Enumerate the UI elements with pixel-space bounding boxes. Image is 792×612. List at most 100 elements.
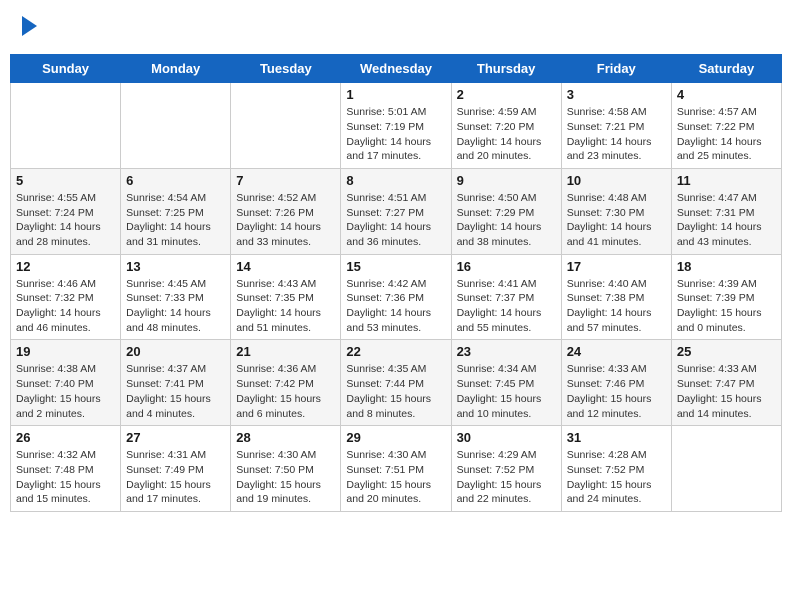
- weekday-header: Friday: [561, 55, 671, 83]
- weekday-header: Saturday: [671, 55, 781, 83]
- day-number: 21: [236, 344, 335, 359]
- day-info: Sunrise: 4:33 AM Sunset: 7:47 PM Dayligh…: [677, 362, 776, 421]
- day-number: 6: [126, 173, 225, 188]
- weekday-header: Thursday: [451, 55, 561, 83]
- calendar-cell: 5 Sunrise: 4:55 AM Sunset: 7:24 PM Daylig…: [11, 168, 121, 254]
- day-info: Sunrise: 4:35 AM Sunset: 7:44 PM Dayligh…: [346, 362, 445, 421]
- day-info: Sunrise: 4:45 AM Sunset: 7:33 PM Dayligh…: [126, 277, 225, 336]
- day-number: 7: [236, 173, 335, 188]
- day-number: 15: [346, 259, 445, 274]
- day-number: 9: [457, 173, 556, 188]
- day-info: Sunrise: 5:01 AM Sunset: 7:19 PM Dayligh…: [346, 105, 445, 164]
- calendar-cell: 27 Sunrise: 4:31 AM Sunset: 7:49 PM Dayli…: [121, 426, 231, 512]
- calendar-cell: 12Sunrise: 4:46 AM Sunset: 7:32 PM Dayli…: [11, 254, 121, 340]
- calendar-cell: 2 Sunrise: 4:59 AM Sunset: 7:20 PM Daylig…: [451, 83, 561, 169]
- calendar-cell: 8 Sunrise: 4:51 AM Sunset: 7:27 PM Daylig…: [341, 168, 451, 254]
- day-number: 8: [346, 173, 445, 188]
- logo-arrow-icon: [22, 16, 37, 36]
- weekday-header: Tuesday: [231, 55, 341, 83]
- day-number: 13: [126, 259, 225, 274]
- calendar-cell: 9 Sunrise: 4:50 AM Sunset: 7:29 PM Daylig…: [451, 168, 561, 254]
- calendar-header-row: SundayMondayTuesdayWednesdayThursdayFrid…: [11, 55, 782, 83]
- calendar-cell: 11Sunrise: 4:47 AM Sunset: 7:31 PM Dayli…: [671, 168, 781, 254]
- day-info: Sunrise: 4:43 AM Sunset: 7:35 PM Dayligh…: [236, 277, 335, 336]
- day-number: 20: [126, 344, 225, 359]
- calendar-cell: 18 Sunrise: 4:39 AM Sunset: 7:39 PM Dayli…: [671, 254, 781, 340]
- calendar-cell: 29 Sunrise: 4:30 AM Sunset: 7:51 PM Dayli…: [341, 426, 451, 512]
- day-number: 23: [457, 344, 556, 359]
- calendar-cell: 17 Sunrise: 4:40 AM Sunset: 7:38 PM Dayli…: [561, 254, 671, 340]
- calendar-cell: 21 Sunrise: 4:36 AM Sunset: 7:42 PM Dayli…: [231, 340, 341, 426]
- calendar-cell: 26 Sunrise: 4:32 AM Sunset: 7:48 PM Dayli…: [11, 426, 121, 512]
- day-number: 18: [677, 259, 776, 274]
- calendar-cell: 4 Sunrise: 4:57 AM Sunset: 7:22 PM Daylig…: [671, 83, 781, 169]
- calendar-cell: 13 Sunrise: 4:45 AM Sunset: 7:33 PM Dayli…: [121, 254, 231, 340]
- day-number: 4: [677, 87, 776, 102]
- calendar-week-row: 5 Sunrise: 4:55 AM Sunset: 7:24 PM Daylig…: [11, 168, 782, 254]
- day-info: Sunrise: 4:47 AM Sunset: 7:31 PM Dayligh…: [677, 191, 776, 250]
- day-number: 17: [567, 259, 666, 274]
- day-info: Sunrise: 4:38 AM Sunset: 7:40 PM Dayligh…: [16, 362, 115, 421]
- day-info: Sunrise: 4:51 AM Sunset: 7:27 PM Dayligh…: [346, 191, 445, 250]
- day-number: 1: [346, 87, 445, 102]
- weekday-header: Monday: [121, 55, 231, 83]
- page-header: [10, 10, 782, 44]
- day-info: Sunrise: 4:50 AM Sunset: 7:29 PM Dayligh…: [457, 191, 556, 250]
- day-number: 2: [457, 87, 556, 102]
- calendar-cell: 10 Sunrise: 4:48 AM Sunset: 7:30 PM Dayli…: [561, 168, 671, 254]
- day-info: Sunrise: 4:58 AM Sunset: 7:21 PM Dayligh…: [567, 105, 666, 164]
- calendar-cell: 14Sunrise: 4:43 AM Sunset: 7:35 PM Dayli…: [231, 254, 341, 340]
- day-number: 12: [16, 259, 115, 274]
- day-info: Sunrise: 4:30 AM Sunset: 7:51 PM Dayligh…: [346, 448, 445, 507]
- day-info: Sunrise: 4:32 AM Sunset: 7:48 PM Dayligh…: [16, 448, 115, 507]
- calendar-cell: [231, 83, 341, 169]
- day-number: 19: [16, 344, 115, 359]
- calendar-table: SundayMondayTuesdayWednesdayThursdayFrid…: [10, 54, 782, 512]
- logo-text: [20, 15, 37, 39]
- day-number: 16: [457, 259, 556, 274]
- day-number: 26: [16, 430, 115, 445]
- day-info: Sunrise: 4:41 AM Sunset: 7:37 PM Dayligh…: [457, 277, 556, 336]
- calendar-cell: 3 Sunrise: 4:58 AM Sunset: 7:21 PM Daylig…: [561, 83, 671, 169]
- calendar-week-row: 12Sunrise: 4:46 AM Sunset: 7:32 PM Dayli…: [11, 254, 782, 340]
- calendar-cell: 1 Sunrise: 5:01 AM Sunset: 7:19 PM Daylig…: [341, 83, 451, 169]
- day-info: Sunrise: 4:30 AM Sunset: 7:50 PM Dayligh…: [236, 448, 335, 507]
- day-info: Sunrise: 4:36 AM Sunset: 7:42 PM Dayligh…: [236, 362, 335, 421]
- day-info: Sunrise: 4:59 AM Sunset: 7:20 PM Dayligh…: [457, 105, 556, 164]
- calendar-cell: 16 Sunrise: 4:41 AM Sunset: 7:37 PM Dayli…: [451, 254, 561, 340]
- day-info: Sunrise: 4:28 AM Sunset: 7:52 PM Dayligh…: [567, 448, 666, 507]
- day-info: Sunrise: 4:54 AM Sunset: 7:25 PM Dayligh…: [126, 191, 225, 250]
- calendar-cell: [121, 83, 231, 169]
- day-info: Sunrise: 4:55 AM Sunset: 7:24 PM Dayligh…: [16, 191, 115, 250]
- day-number: 27: [126, 430, 225, 445]
- day-number: 3: [567, 87, 666, 102]
- day-info: Sunrise: 4:37 AM Sunset: 7:41 PM Dayligh…: [126, 362, 225, 421]
- calendar-cell: 6 Sunrise: 4:54 AM Sunset: 7:25 PM Daylig…: [121, 168, 231, 254]
- calendar-week-row: 26 Sunrise: 4:32 AM Sunset: 7:48 PM Dayli…: [11, 426, 782, 512]
- day-number: 31: [567, 430, 666, 445]
- day-info: Sunrise: 4:57 AM Sunset: 7:22 PM Dayligh…: [677, 105, 776, 164]
- day-info: Sunrise: 4:39 AM Sunset: 7:39 PM Dayligh…: [677, 277, 776, 336]
- day-info: Sunrise: 4:40 AM Sunset: 7:38 PM Dayligh…: [567, 277, 666, 336]
- calendar-cell: 25 Sunrise: 4:33 AM Sunset: 7:47 PM Dayli…: [671, 340, 781, 426]
- day-number: 5: [16, 173, 115, 188]
- calendar-cell: 30Sunrise: 4:29 AM Sunset: 7:52 PM Dayli…: [451, 426, 561, 512]
- calendar-week-row: 1 Sunrise: 5:01 AM Sunset: 7:19 PM Daylig…: [11, 83, 782, 169]
- day-info: Sunrise: 4:48 AM Sunset: 7:30 PM Dayligh…: [567, 191, 666, 250]
- calendar-cell: 23 Sunrise: 4:34 AM Sunset: 7:45 PM Dayli…: [451, 340, 561, 426]
- calendar-cell: 22 Sunrise: 4:35 AM Sunset: 7:44 PM Dayli…: [341, 340, 451, 426]
- calendar-week-row: 19 Sunrise: 4:38 AM Sunset: 7:40 PM Dayli…: [11, 340, 782, 426]
- day-number: 29: [346, 430, 445, 445]
- day-info: Sunrise: 4:31 AM Sunset: 7:49 PM Dayligh…: [126, 448, 225, 507]
- weekday-header: Sunday: [11, 55, 121, 83]
- day-number: 22: [346, 344, 445, 359]
- day-info: Sunrise: 4:33 AM Sunset: 7:46 PM Dayligh…: [567, 362, 666, 421]
- day-info: Sunrise: 4:42 AM Sunset: 7:36 PM Dayligh…: [346, 277, 445, 336]
- day-number: 10: [567, 173, 666, 188]
- day-info: Sunrise: 4:52 AM Sunset: 7:26 PM Dayligh…: [236, 191, 335, 250]
- day-info: Sunrise: 4:34 AM Sunset: 7:45 PM Dayligh…: [457, 362, 556, 421]
- calendar-cell: 31 Sunrise: 4:28 AM Sunset: 7:52 PM Dayli…: [561, 426, 671, 512]
- day-number: 25: [677, 344, 776, 359]
- day-info: Sunrise: 4:29 AM Sunset: 7:52 PM Dayligh…: [457, 448, 556, 507]
- calendar-cell: 28Sunrise: 4:30 AM Sunset: 7:50 PM Dayli…: [231, 426, 341, 512]
